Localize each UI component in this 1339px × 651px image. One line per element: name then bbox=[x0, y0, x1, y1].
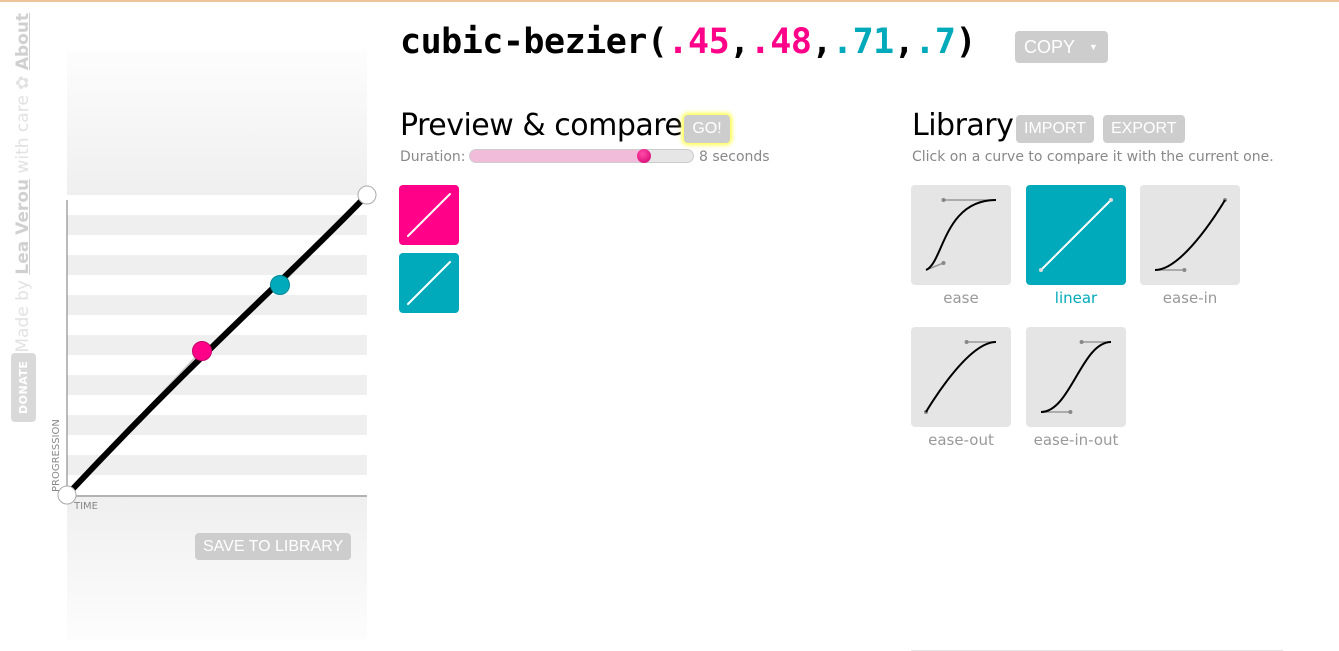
thumb-curve bbox=[1154, 199, 1226, 271]
with-care-label: with care ✿ bbox=[13, 70, 33, 179]
donate-button[interactable]: DONATE bbox=[10, 352, 36, 422]
thumb-curve bbox=[925, 199, 997, 271]
library-item-linear[interactable]: linear bbox=[1026, 185, 1126, 307]
x-axis-label: TIME bbox=[74, 501, 99, 512]
code-prefix: cubic-bezier( bbox=[400, 22, 668, 62]
library-item-ease-out[interactable]: ease-out bbox=[911, 327, 1011, 449]
credit-text: Made by Lea Verou with care ✿ About bbox=[13, 13, 33, 353]
save-to-library-button[interactable]: SAVE TO LIBRARY bbox=[195, 533, 352, 560]
library-thumbnail[interactable] bbox=[1026, 185, 1126, 285]
code-separator: , bbox=[893, 22, 915, 62]
compare-curve-icon bbox=[407, 261, 451, 305]
y-axis-label: PROGRESSION bbox=[51, 419, 62, 492]
go-button[interactable]: GO! bbox=[684, 115, 730, 143]
import-button[interactable]: IMPORT bbox=[1016, 115, 1094, 143]
curve-thumbnail-icon bbox=[924, 340, 997, 414]
thumb-handle-point bbox=[941, 261, 946, 265]
thumb-handle-point bbox=[941, 198, 946, 202]
bezier-curve-canvas[interactable] bbox=[47, 175, 387, 515]
preview-current-curve[interactable] bbox=[399, 185, 459, 245]
thumb-handle-point bbox=[1109, 198, 1113, 202]
current-curve-icon bbox=[407, 193, 451, 237]
library-item-ease-in-out[interactable]: ease-in-out bbox=[1026, 327, 1126, 449]
thumb-curve bbox=[1040, 341, 1112, 413]
slider-fill bbox=[470, 150, 644, 162]
bezier-curve bbox=[64, 192, 370, 498]
bezier-code: cubic-bezier(.45,.48,.71,.7) bbox=[400, 22, 977, 62]
overflow-area-bottom bbox=[67, 495, 367, 640]
library-description: Click on a curve to compare it with the … bbox=[912, 149, 1274, 165]
thumb-handle-point bbox=[964, 340, 969, 344]
top-border bbox=[0, 0, 1339, 2]
library-item-label: linear bbox=[1054, 289, 1098, 307]
library-item-ease-in[interactable]: ease-in bbox=[1140, 185, 1240, 307]
slider-thumb[interactable] bbox=[636, 149, 651, 163]
thumb-handle-point bbox=[1039, 268, 1043, 272]
curve-thumbnail-icon bbox=[1154, 198, 1227, 272]
library-item-label: ease-in-out bbox=[1033, 431, 1119, 449]
code-y2: .7 bbox=[914, 22, 956, 62]
library-item-label: ease bbox=[943, 289, 979, 307]
code-x1: .45 bbox=[667, 22, 730, 62]
code-y1: .48 bbox=[749, 22, 812, 62]
thumb-handle-point bbox=[1182, 268, 1187, 272]
library-thumbnail[interactable] bbox=[1140, 185, 1240, 285]
duration-value: 8 seconds bbox=[699, 149, 770, 165]
thumb-handle-point bbox=[1079, 340, 1084, 344]
code-suffix: ) bbox=[955, 22, 977, 62]
code-x2: .71 bbox=[832, 22, 894, 62]
curve-thumbnail-icon bbox=[1039, 198, 1113, 272]
thumb-curve bbox=[925, 341, 997, 413]
code-separator: , bbox=[729, 22, 750, 62]
library-item-label: ease-out bbox=[928, 431, 994, 449]
library-item-label: ease-in bbox=[1162, 289, 1218, 307]
about-link[interactable]: About bbox=[13, 13, 33, 70]
library-thumbnail[interactable] bbox=[1026, 327, 1126, 427]
preview-heading: Preview & compare bbox=[400, 108, 683, 143]
preview-compare-curve[interactable] bbox=[399, 253, 459, 313]
code-separator: , bbox=[811, 22, 833, 62]
caret-down-icon[interactable]: ▼ bbox=[1089, 31, 1098, 63]
copy-button[interactable]: COPY ▼ bbox=[1015, 31, 1108, 63]
end-point bbox=[357, 185, 377, 205]
author-link[interactable]: Lea Verou bbox=[13, 179, 33, 275]
library-item-ease[interactable]: ease bbox=[911, 185, 1011, 307]
credit-sidebar: Made by Lea Verou with care ✿ About DONA… bbox=[8, 13, 38, 432]
control-point-1[interactable] bbox=[192, 341, 212, 361]
library-thumbnail[interactable] bbox=[911, 327, 1011, 427]
curve-thumbnail-icon bbox=[1040, 340, 1112, 414]
library-thumbnail[interactable] bbox=[911, 185, 1011, 285]
made-by-label: Made by bbox=[13, 274, 33, 353]
thumb-curve bbox=[1040, 199, 1112, 271]
control-point-2[interactable] bbox=[270, 275, 290, 295]
thumb-handle-point bbox=[1068, 410, 1073, 414]
library-heading: Library bbox=[912, 108, 1014, 143]
copy-label: COPY bbox=[1024, 37, 1076, 57]
curve-thumbnail-icon bbox=[925, 198, 997, 271]
overflow-area-top bbox=[67, 50, 367, 195]
duration-label: Duration: bbox=[400, 149, 466, 165]
duration-slider[interactable] bbox=[469, 149, 694, 163]
export-button[interactable]: EXPORT bbox=[1103, 115, 1185, 143]
